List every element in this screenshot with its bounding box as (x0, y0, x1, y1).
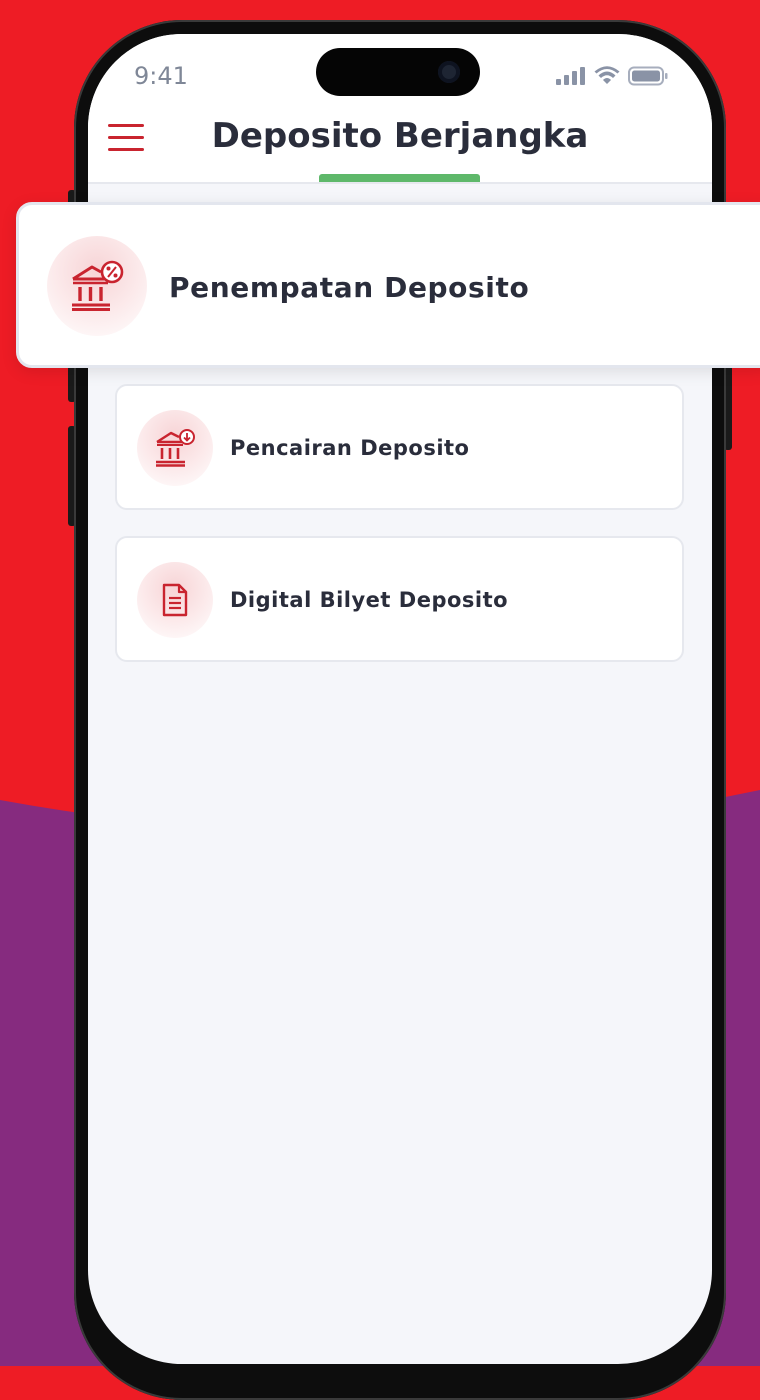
title-active-indicator (319, 174, 480, 182)
status-icons (556, 66, 668, 86)
battery-icon (628, 66, 668, 86)
status-time: 9:41 (134, 62, 188, 90)
page-title: Deposito Berjangka (211, 116, 589, 156)
camera-icon (438, 61, 460, 83)
icon-badge (137, 562, 213, 638)
menu-item-label: Penempatan Deposito (169, 271, 530, 304)
document-icon (162, 583, 188, 617)
wifi-icon (594, 66, 620, 84)
menu-item-digital-bilyet-deposito[interactable]: Digital Bilyet Deposito (115, 536, 684, 662)
menu-item-label: Pencairan Deposito (230, 436, 470, 460)
icon-badge (47, 236, 147, 336)
top-bar: 9:41 Deposito Berjangka (88, 34, 712, 184)
menu-item-label: Digital Bilyet Deposito (230, 588, 509, 612)
dynamic-island (316, 48, 480, 96)
bank-percent-icon (72, 260, 124, 311)
menu-item-pencairan-deposito[interactable]: Pencairan Deposito (115, 384, 684, 510)
signal-icon (556, 67, 585, 85)
bank-withdraw-icon (156, 429, 195, 467)
menu-item-penempatan-deposito[interactable]: Penempatan Deposito (16, 202, 760, 368)
icon-badge (137, 410, 213, 486)
